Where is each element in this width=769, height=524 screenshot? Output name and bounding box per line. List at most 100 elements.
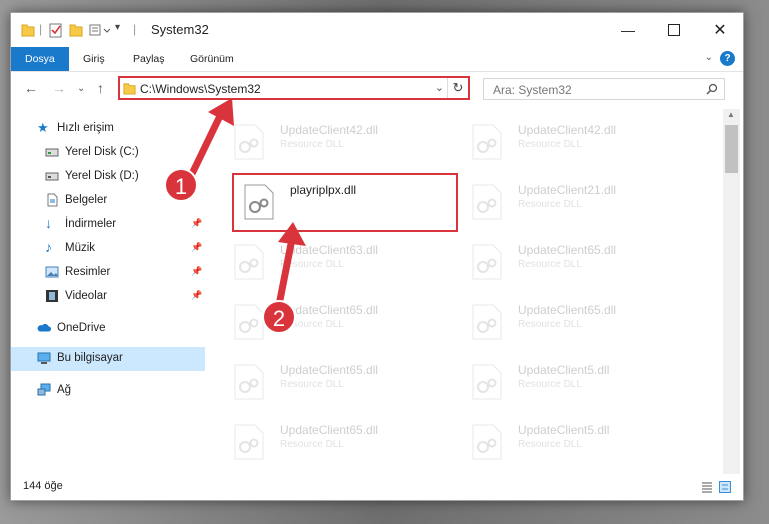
address-path: C:\Windows\System32 <box>140 82 261 96</box>
file-name: UpdateClient5.dll <box>518 423 610 437</box>
file-type: Resource DLL <box>518 319 582 330</box>
dll-file-icon <box>472 424 502 460</box>
pin-icon[interactable]: 📌 <box>191 218 202 229</box>
list-item[interactable]: UpdateClient5.dll Resource DLL <box>449 417 675 467</box>
list-item[interactable]: UpdateClient42.dll Resource DLL <box>449 117 675 167</box>
separator: | <box>133 22 137 36</box>
new-folder-icon[interactable] <box>69 22 83 38</box>
list-item[interactable]: UpdateClient65.dll Resource DLL <box>449 237 675 287</box>
address-dropdown-icon[interactable]: ⌄ <box>435 81 444 94</box>
pin-icon[interactable]: 📌 <box>191 266 202 277</box>
computer-icon <box>37 352 51 364</box>
tab-file[interactable]: Dosya <box>11 47 69 71</box>
help-button[interactable]: ? <box>720 51 735 66</box>
sidebar-item-label: Resimler <box>65 266 111 278</box>
pin-icon[interactable]: 📌 <box>191 290 202 301</box>
navigation-bar: ← → ⌄ ↑ C:\Windows\System32 ⌄ ↻ Ara: Sys… <box>11 71 743 107</box>
step-1-badge: 1 <box>164 168 198 202</box>
list-item[interactable]: UpdateClient63.dll Resource DLL <box>211 237 437 287</box>
sidebar-item-label: Hızlı erişim <box>57 122 114 134</box>
sidebar-item-network[interactable]: Ağ <box>11 379 205 403</box>
sidebar-item-label: OneDrive <box>57 322 106 334</box>
file-type: Resource DLL <box>518 439 582 450</box>
dll-file-icon <box>472 364 502 400</box>
list-item[interactable]: UpdateClient42.dll Resource DLL <box>211 117 437 167</box>
file-name: UpdateClient5.dll <box>518 363 610 377</box>
dll-file-icon <box>472 244 502 280</box>
file-name: UpdateClient65.dll <box>518 303 617 317</box>
dll-file-icon <box>234 244 264 280</box>
separator: | <box>39 22 43 36</box>
sidebar-item-downloads[interactable]: ↓ İndirmeler 📌 <box>11 213 205 237</box>
expand-ribbon-icon[interactable]: ⌄ <box>705 52 713 63</box>
file-highlight-box <box>232 173 458 232</box>
list-item[interactable]: UpdateClient65.dll Resource DLL <box>211 357 437 407</box>
list-item[interactable]: UpdateClient5.dll Resource DLL <box>449 357 675 407</box>
search-placeholder: Ara: System32 <box>493 83 572 97</box>
up-arrow-icon[interactable]: ↑ <box>97 80 104 96</box>
window-title: System32 <box>151 22 209 37</box>
list-item[interactable]: UpdateClient65.dll Resource DLL <box>211 297 437 347</box>
search-input[interactable]: Ara: System32 <box>483 78 725 100</box>
address-bar[interactable]: C:\Windows\System32 ⌄ ↻ <box>118 76 470 100</box>
ribbon-tabs: Dosya Giriş Paylaş Görünüm ⌄ ? <box>11 47 743 72</box>
sidebar-item-quick-access[interactable]: ★ Hızlı erişim <box>11 117 205 141</box>
properties-icon[interactable] <box>49 22 63 38</box>
back-arrow-icon[interactable]: ← <box>24 80 38 96</box>
sidebar-item-label: Ağ <box>57 384 72 396</box>
minimize-button[interactable]: — <box>605 13 651 47</box>
sidebar-item-label: İndirmeler <box>65 218 117 230</box>
download-icon: ↓ <box>45 215 52 231</box>
dll-file-icon <box>472 304 502 340</box>
sidebar-item-local-disk-c[interactable]: Yerel Disk (C:) <box>11 141 205 165</box>
music-icon: ♪ <box>45 239 52 255</box>
recent-locations-icon[interactable]: ⌄ <box>77 83 85 94</box>
drive-icon <box>45 172 59 181</box>
dll-file-icon <box>234 304 264 340</box>
dropdown-arrow-icon[interactable]: ▾ <box>115 22 120 38</box>
file-list: UpdateClient42.dll Resource DLL UpdateCl… <box>211 109 723 474</box>
sidebar-item-label: Müzik <box>65 242 96 254</box>
customize-toolbar-icon[interactable] <box>89 22 111 38</box>
maximize-button[interactable] <box>651 13 697 47</box>
sidebar-item-label: Yerel Disk (C:) <box>65 146 139 158</box>
refresh-icon[interactable]: ↻ <box>447 78 468 98</box>
close-button[interactable]: ✕ <box>697 13 743 47</box>
sidebar-item-this-pc[interactable]: Bu bilgisayar <box>11 347 205 371</box>
details-view-icon[interactable] <box>701 481 713 493</box>
sidebar-item-label: Videolar <box>65 290 107 302</box>
scrollbar-thumb[interactable] <box>725 125 738 173</box>
maximize-icon <box>668 24 680 36</box>
cloud-icon <box>37 323 51 332</box>
tab-share[interactable]: Paylaş <box>133 47 165 71</box>
list-item[interactable]: UpdateClient65.dll Resource DLL <box>449 297 675 347</box>
vertical-scrollbar[interactable]: ▲ <box>723 109 740 474</box>
file-name: UpdateClient63.dll <box>280 243 379 257</box>
forward-arrow-icon[interactable]: → <box>52 80 66 96</box>
sidebar-item-pictures[interactable]: Resimler 📌 <box>11 261 205 285</box>
pin-icon[interactable]: 📌 <box>191 242 202 253</box>
file-type: Resource DLL <box>518 139 582 150</box>
sidebar-item-onedrive[interactable]: OneDrive <box>11 317 205 341</box>
list-item[interactable]: UpdateClient21.dll Resource DLL <box>449 177 675 227</box>
search-icon <box>706 83 718 95</box>
tab-view[interactable]: Görünüm <box>190 47 234 71</box>
navigation-pane: ★ Hızlı erişim Yerel Disk (C:) Yerel Dis… <box>11 109 205 474</box>
step-2-badge: 2 <box>262 300 296 334</box>
drive-icon <box>45 148 59 157</box>
scroll-up-icon[interactable]: ▲ <box>727 110 735 119</box>
file-name: UpdateClient65.dll <box>280 363 379 377</box>
list-item[interactable]: UpdateClient65.dll Resource DLL <box>211 417 437 467</box>
file-type: Resource DLL <box>518 379 582 390</box>
dll-file-icon <box>472 184 502 220</box>
documents-icon <box>47 193 58 207</box>
tab-home[interactable]: Giriş <box>83 47 105 71</box>
sidebar-item-music[interactable]: ♪ Müzik 📌 <box>11 237 205 261</box>
file-type: Resource DLL <box>280 439 344 450</box>
status-bar: 144 öğe <box>11 474 743 500</box>
sidebar-item-videos[interactable]: Videolar 📌 <box>11 285 205 309</box>
file-name: UpdateClient21.dll <box>518 183 617 197</box>
tiles-view-icon[interactable] <box>719 481 731 493</box>
folder-icon <box>123 83 136 95</box>
dll-file-icon <box>234 124 264 160</box>
